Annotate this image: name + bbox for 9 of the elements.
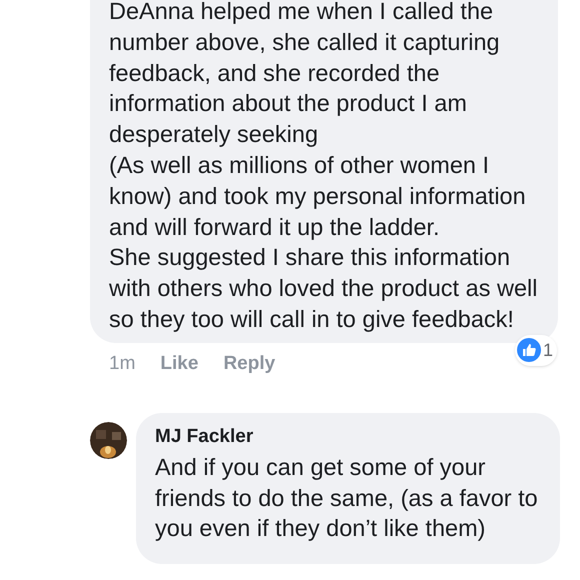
comment-time: 1m [109, 352, 136, 376]
comment-action-link[interactable]: Reply [223, 350, 276, 378]
comment-action-link[interactable]: Like [160, 350, 198, 378]
comment-text: She suggested I share this information with others who loved the product as well so they too will call in to give feedback! [109, 243, 538, 334]
comment-author[interactable]: MJ Fackler [155, 424, 554, 449]
reaction-count: 1 [543, 338, 554, 362]
comment-text: DeAnna helped me when I called the number above, she called it capturing feedback, and she recorded the information about the product I am desperately seeking [109, 0, 501, 150]
comment-text: And if you can get some of your friends to do the same, (as a favor to you even if they don’t like them) [155, 452, 539, 544]
comment-text: (As well as millions of other women I know) and took my personal information and will forward it up the ladder. [109, 150, 527, 242]
